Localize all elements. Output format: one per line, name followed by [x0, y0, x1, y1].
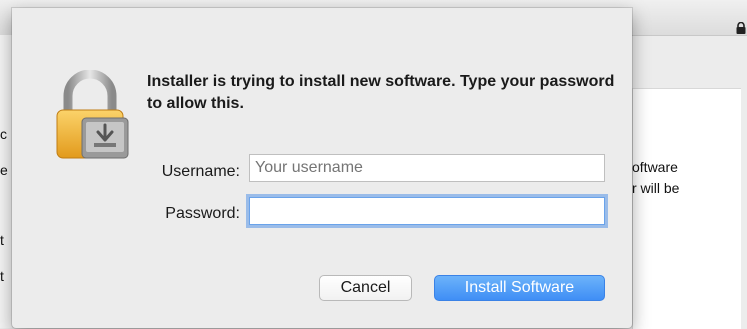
authentication-dialog: Installer is trying to install new softw…	[12, 8, 632, 328]
password-field[interactable]	[249, 197, 605, 225]
cancel-button[interactable]: Cancel	[319, 275, 412, 301]
background-text-fragment: t	[0, 232, 4, 248]
background-text-fragment: c	[0, 126, 7, 142]
dialog-prompt: Installer is trying to install new softw…	[147, 73, 615, 112]
padlock-installer-icon	[56, 70, 129, 159]
username-field[interactable]	[249, 154, 605, 182]
install-software-button[interactable]: Install Software	[434, 275, 605, 301]
lock-icon	[736, 22, 746, 34]
username-label: Username:	[161, 163, 240, 180]
background-text-line: r will be	[632, 180, 680, 196]
background-text-fragment: e	[0, 162, 8, 178]
background-content-pane	[632, 88, 741, 329]
background-text-line: oftware	[632, 159, 678, 175]
password-label: Password:	[165, 205, 240, 222]
background-text-fragment: t	[0, 268, 4, 284]
background-left-strip	[0, 35, 12, 328]
